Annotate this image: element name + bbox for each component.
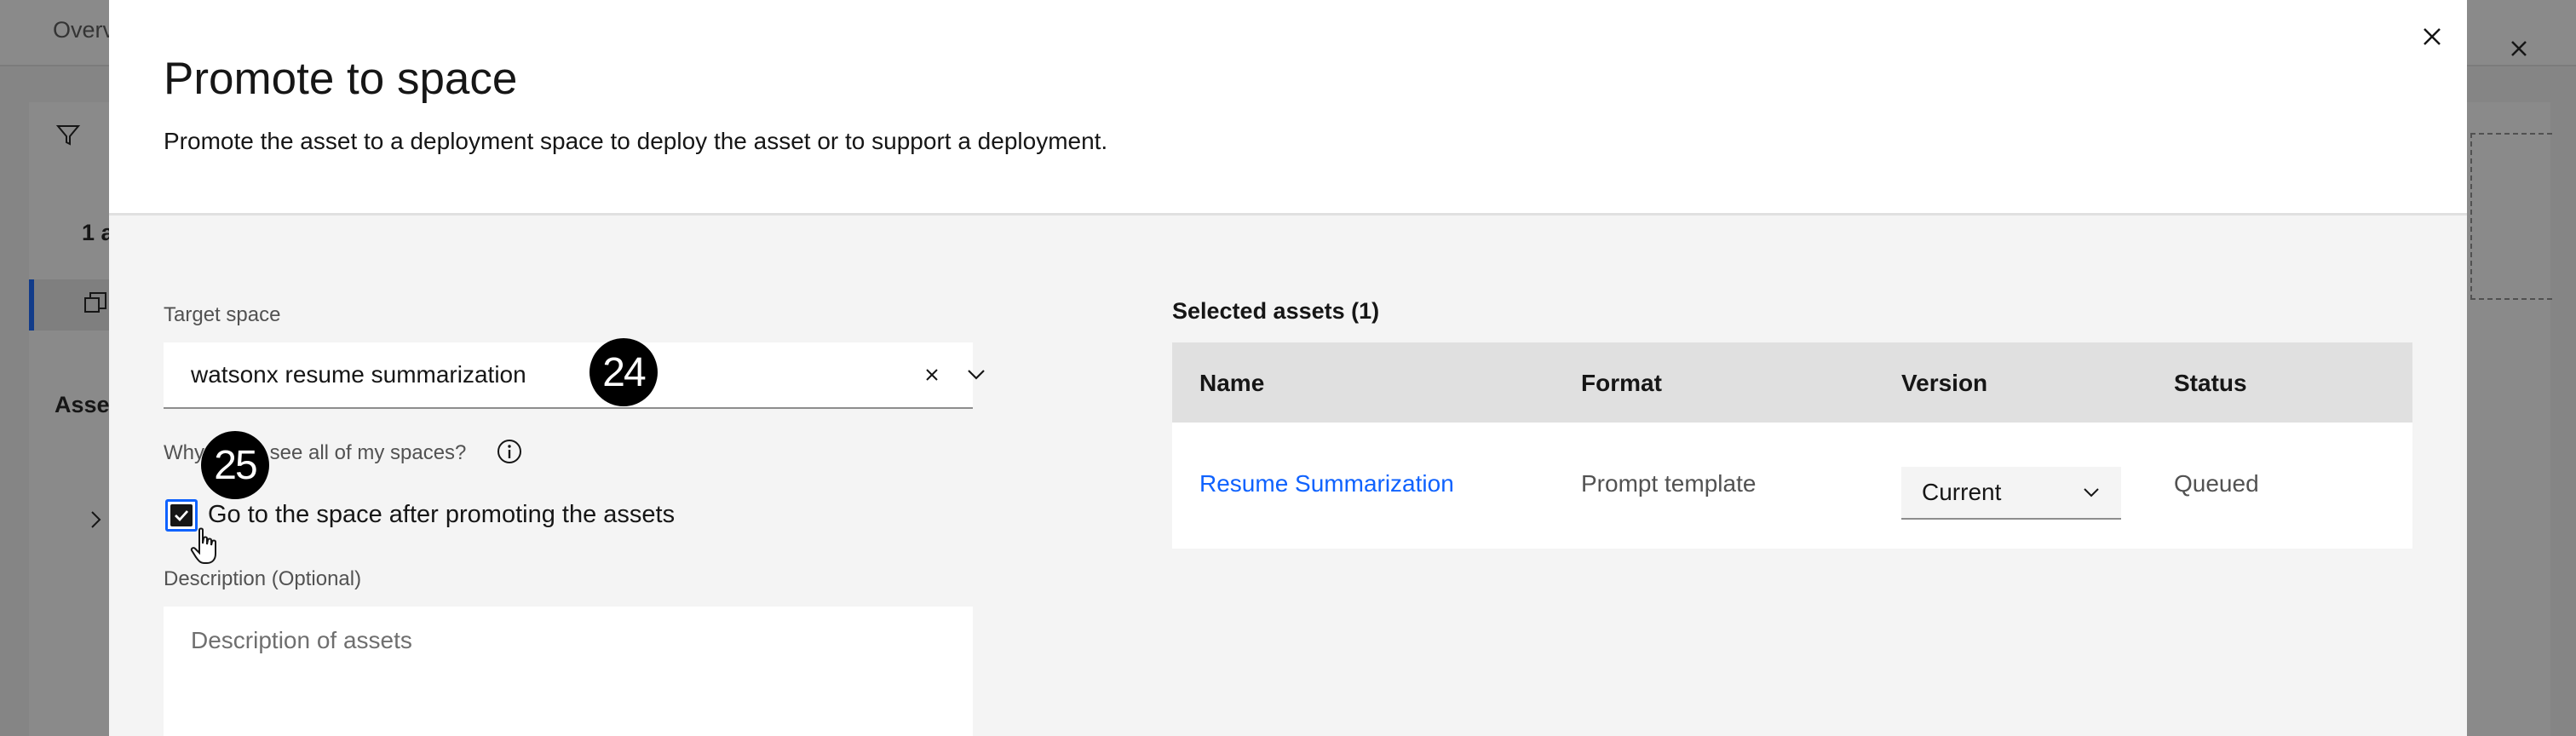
asset-status: Queued <box>2174 470 2259 497</box>
close-icon <box>926 369 938 381</box>
version-select[interactable]: Current <box>1901 467 2121 520</box>
column-header-name: Name <box>1199 370 1265 396</box>
target-space-select[interactable]: watsonx resume summarization <box>164 342 985 409</box>
close-icon <box>2424 28 2441 45</box>
asset-name-link[interactable]: Resume Summarization <box>1199 470 1454 497</box>
modal-subtitle: Promote the asset to a deployment space … <box>164 128 1108 154</box>
table-row: Resume Summarization Prompt template Cur… <box>1172 423 2412 549</box>
clear-selection-button[interactable] <box>922 365 942 385</box>
info-icon[interactable] <box>496 438 523 465</box>
column-header-status: Status <box>2174 370 2247 396</box>
column-header-version: Version <box>1901 370 1988 396</box>
description-field[interactable] <box>164 607 973 736</box>
table-header: Name Format Version Status <box>1172 342 2412 423</box>
chevron-down-icon <box>2080 482 2102 503</box>
step-badge-25: 25 <box>201 431 269 499</box>
modal-header: Promote to space Promote the asset to a … <box>109 0 2467 216</box>
hand-cursor-icon <box>190 527 216 564</box>
asset-format: Prompt template <box>1581 470 1757 497</box>
column-header-format: Format <box>1581 370 1662 396</box>
version-value: Current <box>1922 479 2002 505</box>
modal-title: Promote to space <box>164 54 518 104</box>
checkmark-icon <box>170 504 193 526</box>
target-space-label: Target space <box>164 303 281 326</box>
selected-assets-table: Name Format Version Status Resume Summar… <box>1172 342 2412 549</box>
target-space-value: watsonx resume summarization <box>191 361 526 388</box>
promote-modal: Promote to space Promote the asset to a … <box>109 0 2467 736</box>
description-label: Description (Optional) <box>164 567 362 590</box>
step-badge-24: 24 <box>589 338 658 406</box>
modal-close-button[interactable] <box>2418 22 2447 51</box>
chevron-down-icon[interactable] <box>964 365 988 385</box>
selected-assets-title: Selected assets (1) <box>1172 298 1380 324</box>
go-to-space-label[interactable]: Go to the space after promoting the asse… <box>208 501 675 529</box>
